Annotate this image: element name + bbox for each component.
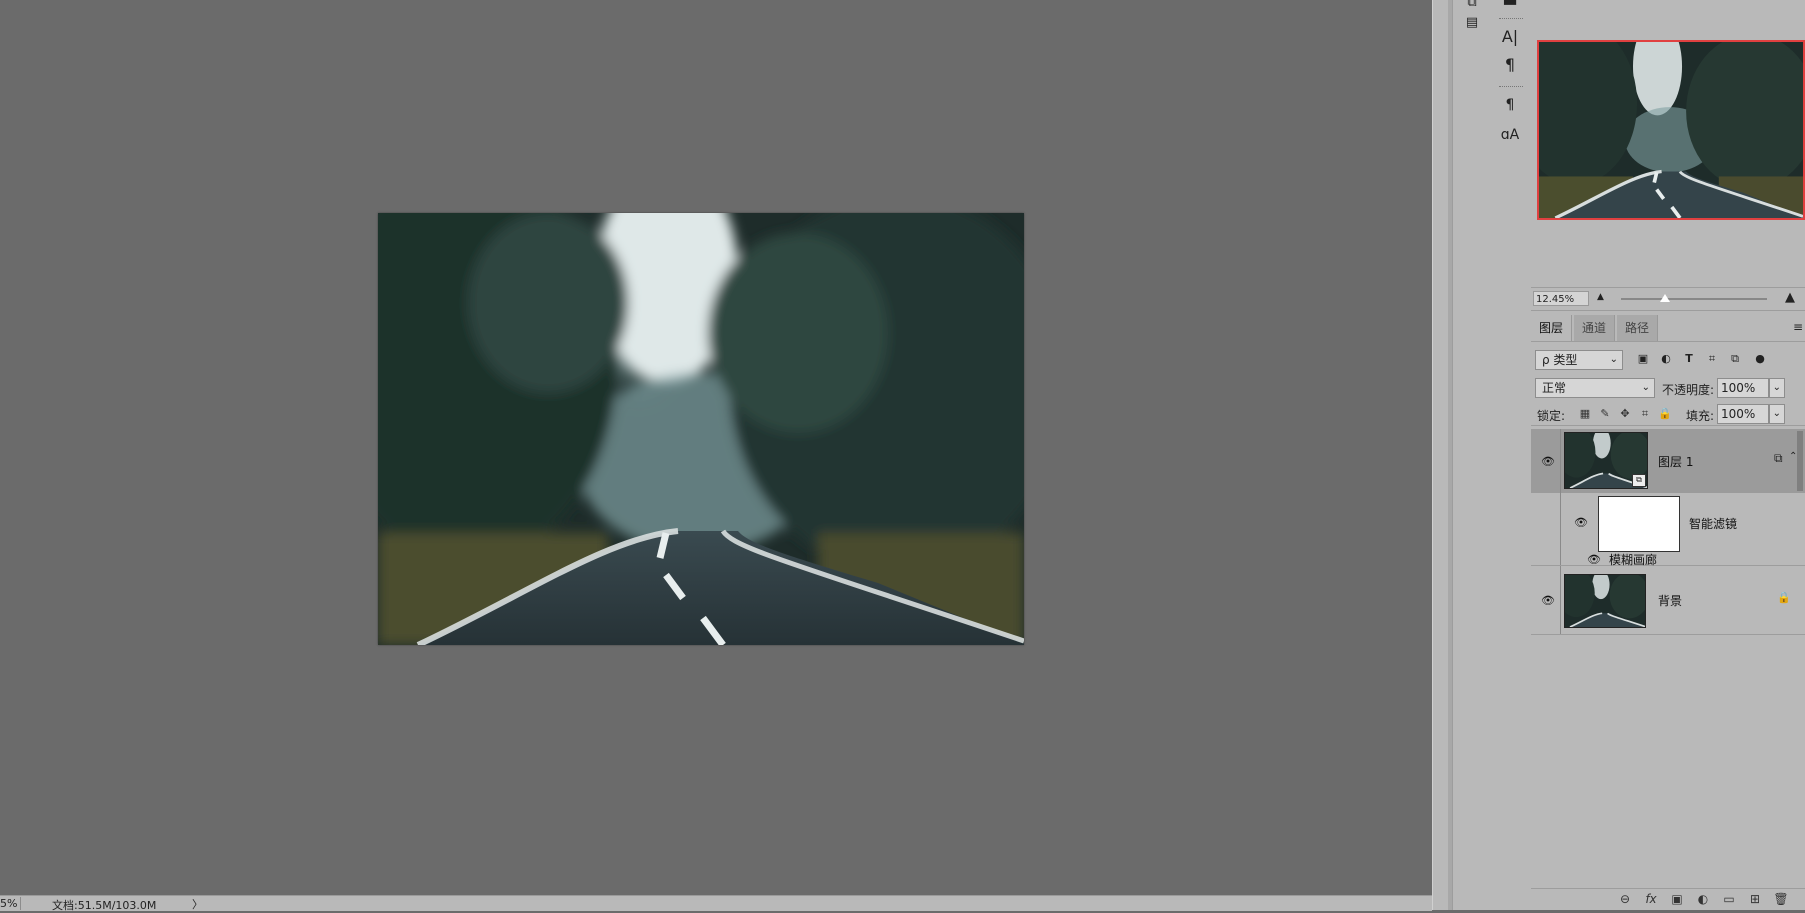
right-panel-dock: 12.45% ▲ ▲ 图层 通道 路径 ≡ ρ 类型 ⌄ ▣ ◐ T ⌗ ⧉ ●… [1531,0,1805,910]
paragraph-styles-icon[interactable]: ¶ [1497,94,1523,116]
layer-divider [1560,429,1561,493]
smart-filter-row[interactable]: 👁 智能滤镜 👁 模糊画廊 [1531,493,1805,567]
layer1-name[interactable]: 图层 1 [1658,453,1693,470]
lock-fill-row: 锁定: ▦ ✎ ✥ ⌗ 🔒 填充: 100% ⌄ [1531,403,1805,426]
chevron-down-icon: ⌄ [1641,382,1650,393]
visibility-eye-icon[interactable]: 👁 [1540,455,1556,468]
zoom-slider-knob[interactable] [1659,294,1670,302]
blend-mode-value: 正常 [1542,381,1567,395]
chevron-down-icon: ⌄ [1609,354,1618,365]
visibility-eye-icon[interactable]: 👁 [1540,594,1556,607]
lock-position-icon[interactable]: ✥ [1617,406,1633,422]
document-image[interactable] [378,213,1024,645]
panel-menu-icon[interactable]: ≡ [1793,320,1803,334]
smart-object-filter-icon[interactable]: ⧉ [1726,350,1744,368]
layer1-thumbnail[interactable]: ⧉ [1564,432,1648,489]
paragraph-panel-icon[interactable]: ¶ [1497,54,1523,76]
lock-icon[interactable]: 🔒 [1777,591,1791,604]
layer-row-background[interactable]: 👁 背景 🔒 [1531,566,1805,635]
tab-layers[interactable]: 图层 [1531,315,1573,341]
fill-label: 填充: [1686,409,1715,423]
smart-filter-name[interactable]: 智能滤镜 [1689,515,1737,532]
layer-row-layer1[interactable]: 👁 ⧉ 图层 1 ⧉ ⌃ [1531,429,1805,493]
character-panel-icon[interactable]: A| [1497,26,1523,48]
adjustment-filter-icon[interactable]: ◐ [1657,350,1675,368]
chevron-down-icon: ⌄ [1772,382,1781,393]
collapsed-panel-column-2: ▬ A| ¶ ¶ ɑA [1491,0,1532,910]
lock-label: 锁定: [1537,409,1566,423]
background-thumbnail-image [1565,575,1645,627]
filter-effect-visibility-eye-icon[interactable]: 👁 [1586,553,1602,566]
document-size-info: 文档:51.5M/103.0M [52,899,157,912]
layer-kind-filter-select[interactable]: ρ 类型 ⌄ [1535,350,1623,370]
navigator-zoom-slider[interactable] [1621,294,1767,302]
opacity-label: 不透明度: [1662,383,1715,397]
character-styles-icon[interactable]: ɑA [1497,124,1523,146]
layer-filter-row: ρ 类型 ⌄ ▣ ◐ T ⌗ ⧉ ● [1531,347,1805,373]
layers-panel-tabs: 图层 通道 路径 ≡ [1531,315,1805,342]
delete-layer-icon[interactable]: 🗑 [1771,892,1791,908]
opacity-value: 100% [1721,381,1756,395]
panel-scroll-thumb[interactable] [1797,431,1803,491]
properties-icon[interactable]: ▤ [1459,12,1485,34]
smart-filter-mask-thumbnail[interactable] [1598,496,1680,552]
zoom-out-icon[interactable]: ▲ [1597,292,1604,302]
layer-kind-filter-label: ρ 类型 [1542,353,1578,367]
tab-channels[interactable]: 通道 [1574,315,1616,341]
new-layer-icon[interactable]: ⊞ [1745,892,1765,908]
layer-divider [1560,566,1561,634]
zoom-readout[interactable]: 5% [0,897,21,910]
opacity-field[interactable]: 100% [1717,378,1769,398]
fx-icon[interactable]: fx [1641,892,1661,908]
shape-filter-icon[interactable]: ⌗ [1703,350,1721,368]
background-layer-name[interactable]: 背景 [1658,592,1682,609]
chevron-down-icon: ⌄ [1772,408,1781,419]
filter-toggle-icon[interactable]: ● [1751,350,1769,368]
background-thumbnail[interactable] [1564,574,1646,628]
collapsed-panel-column-1: ⧉ ▤ [1452,0,1492,910]
lock-artboard-icon[interactable]: ⌗ [1637,406,1653,422]
fill-dropdown-button[interactable]: ⌄ [1769,404,1785,424]
panel-grip[interactable] [1499,86,1523,89]
smart-object-badge-icon: ⧉ [1632,474,1646,487]
navigator-preview-image [1539,42,1803,218]
type-filter-icon[interactable]: T [1680,350,1698,368]
smart-filters-indicator-icon: ⧉ [1774,451,1783,465]
navigator-thumbnail[interactable] [1537,40,1805,220]
zoom-in-icon[interactable]: ▲ [1785,290,1795,305]
lock-transparent-pixels-icon[interactable]: ▦ [1577,406,1593,422]
new-group-icon[interactable]: ▭ [1719,892,1739,908]
image-filter-icon[interactable]: ▣ [1634,350,1652,368]
fill-value: 100% [1721,407,1756,421]
lock-image-pixels-icon[interactable]: ✎ [1597,406,1613,422]
adjustment-layer-icon[interactable]: ◐ [1693,892,1713,908]
navigator-zoom-bar: 12.45% ▲ ▲ [1531,287,1805,311]
status-bar: 5% 文档:51.5M/103.0M 〉 [0,895,1432,912]
canvas-vertical-scrollbar[interactable] [1432,0,1449,910]
blend-mode-select[interactable]: 正常 ⌄ [1535,378,1655,398]
fill-field[interactable]: 100% [1717,404,1769,424]
tab-paths[interactable]: 路径 [1617,315,1659,341]
panel-stack-icon[interactable]: ▬ [1497,0,1523,12]
blend-opacity-row: 正常 ⌄ 不透明度: 100% ⌄ [1531,375,1805,401]
opacity-dropdown-button[interactable]: ⌄ [1769,378,1785,398]
panel-grip[interactable] [1499,18,1523,21]
smart-filter-visibility-eye-icon[interactable]: 👁 [1573,516,1589,529]
forest-road-image [378,213,1024,645]
lock-all-icon[interactable]: 🔒 [1657,406,1673,422]
navigator-zoom-field[interactable]: 12.45% [1533,291,1589,306]
link-layers-icon[interactable]: ⊖ [1615,892,1635,908]
layers-panel-bottom-bar: ⊖ fx ▣ ◐ ▭ ⊞ 🗑 [1531,888,1805,911]
add-mask-icon[interactable]: ▣ [1667,892,1687,908]
layer-divider [1560,493,1561,565]
